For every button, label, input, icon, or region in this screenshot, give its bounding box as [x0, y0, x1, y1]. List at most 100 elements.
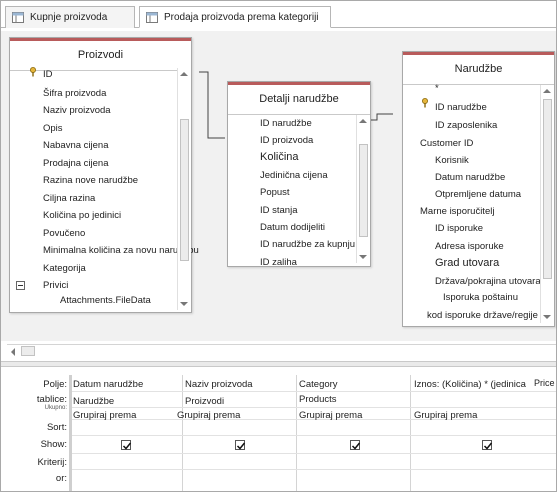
row-label-criteria: Kriterij: [37, 457, 67, 468]
table-title: Narudžbe [403, 52, 554, 84]
grid-field-cell[interactable]: Naziv proizvoda [185, 379, 293, 390]
scroll-thumb[interactable] [21, 346, 35, 356]
grid-field-cell[interactable]: Category [299, 379, 407, 390]
field-item[interactable]: Attachments.FileData [60, 295, 151, 306]
field-item[interactable]: kod isporuke države/regije [427, 310, 538, 321]
scroll-down-icon[interactable] [359, 255, 367, 259]
row-divider [72, 435, 556, 436]
grid-total-cell[interactable]: Grupiraj prema [414, 410, 554, 421]
row-divider [72, 469, 556, 470]
field-item[interactable]: Datum dodijeliti [260, 222, 325, 233]
field-item[interactable]: Popust [260, 187, 290, 198]
field-item[interactable]: ID narudžbe [260, 118, 312, 129]
table-narudzbe[interactable]: Narudžbe * ID narudžbe ID zaposlenika Cu… [402, 51, 555, 327]
field-item[interactable]: Datum narudžbe [435, 172, 505, 183]
tab-label: Kupnje proizvoda [30, 12, 108, 23]
scroll-thumb[interactable] [180, 119, 189, 261]
field-item[interactable]: ID zaliha [260, 257, 297, 268]
field-item[interactable]: ID zaposlenika [435, 120, 497, 131]
field-item[interactable]: Otpremljene datuma [435, 189, 521, 200]
table-scrollbar[interactable] [540, 85, 554, 323]
table-header-divider [228, 114, 370, 115]
table-scrollbar[interactable] [356, 115, 370, 263]
field-item[interactable]: ID [43, 69, 53, 80]
scroll-thumb[interactable] [359, 144, 368, 237]
grid-table-cell[interactable]: Proizvodi [185, 396, 293, 407]
field-item[interactable]: ID stanja [260, 205, 298, 216]
field-item[interactable]: Količina po jedinici [43, 210, 121, 221]
check-icon [122, 442, 132, 450]
grid-table-cell[interactable]: Products [299, 394, 407, 405]
scroll-down-icon[interactable] [543, 315, 551, 319]
key-icon [30, 67, 36, 77]
table-scrollbar[interactable] [177, 68, 191, 310]
check-icon [236, 442, 246, 450]
grid-table-cell[interactable]: Narudžbe [73, 396, 179, 407]
field-item[interactable]: Privici [43, 280, 68, 291]
show-checkbox[interactable] [482, 440, 493, 450]
field-item[interactable]: Razina nove narudžbe [43, 175, 138, 186]
field-item[interactable]: * [435, 83, 439, 94]
field-item[interactable]: Količina [260, 151, 299, 163]
table-header-divider [10, 70, 191, 71]
row-label-field: Polje: [43, 379, 67, 390]
scroll-down-icon[interactable] [180, 302, 188, 306]
key-icon [422, 98, 428, 108]
grid-total-cell[interactable]: Grupiraj prema [73, 410, 179, 421]
tab-prodaja-proizvoda[interactable]: Prodaja proizvoda prema kategoriji [139, 6, 331, 28]
grid-field-cell[interactable]: Datum narudžbe [73, 379, 179, 390]
query-icon [146, 11, 158, 23]
field-item[interactable]: Adresa isporuke [435, 241, 504, 252]
row-label-show: Show: [40, 439, 67, 450]
grid-field-cell-overflow: Price [534, 378, 555, 388]
field-item[interactable]: Šifra proizvoda [43, 88, 106, 99]
field-item[interactable]: Jedinična cijena [260, 170, 328, 181]
scroll-up-icon[interactable] [543, 89, 551, 93]
query-icon [12, 12, 24, 23]
field-item[interactable]: Minimalna količina za novu narudžbu [43, 245, 199, 256]
field-item[interactable]: ID proizvoda [260, 135, 313, 146]
check-icon [351, 442, 361, 450]
field-item[interactable]: ID narudžbe [435, 102, 487, 113]
show-checkbox[interactable] [235, 440, 246, 450]
field-item[interactable]: Grad utovara [435, 257, 499, 269]
field-item[interactable]: Opis [43, 123, 63, 134]
grid-total-cell[interactable]: Grupiraj prema [177, 410, 293, 421]
row-label-sort: Sort: [46, 422, 67, 433]
column-divider [296, 375, 297, 491]
column-divider [182, 375, 183, 491]
grid-total-cell[interactable]: Grupiraj prema [299, 410, 407, 421]
field-item[interactable]: Korisnik [435, 155, 469, 166]
column-divider [410, 375, 411, 491]
row-divider [72, 391, 556, 392]
query-designer-window: Kupnje proizvoda Prodaja proizvoda prema… [0, 0, 557, 492]
scroll-thumb[interactable] [543, 99, 552, 279]
field-item[interactable]: ID narudžbe za kupnju [260, 239, 355, 250]
field-item[interactable]: Povučeno [43, 228, 85, 239]
scroll-up-icon[interactable] [180, 72, 188, 76]
table-title: Proizvodi [10, 38, 191, 70]
show-checkbox[interactable] [350, 440, 361, 450]
scroll-left-icon[interactable] [11, 348, 15, 356]
table-detalji-narudzbe[interactable]: Detalji narudžbe ID narudžbe ID proizvod… [227, 81, 371, 268]
field-item[interactable]: Isporuka poštainu [443, 292, 518, 303]
field-item[interactable]: Nabavna cijena [43, 140, 109, 151]
canvas-horizontal-scrollbar[interactable] [7, 344, 556, 358]
field-item[interactable]: Marne isporučitelj [420, 206, 494, 217]
field-item[interactable]: Prodajna cijena [43, 158, 109, 169]
field-item[interactable]: Customer ID [420, 138, 473, 149]
table-header-divider [403, 84, 554, 85]
field-item[interactable]: ID isporuke [435, 223, 483, 234]
field-item[interactable]: Kategorija [43, 263, 86, 274]
field-item[interactable]: Naziv proizvoda [43, 105, 111, 116]
show-checkbox[interactable] [121, 440, 132, 450]
grid-field-cell[interactable]: Iznos: (Količina) * (jedinica [414, 379, 534, 390]
table-proizvodi[interactable]: Proizvodi ID Šifra proizvoda Naziv proiz… [9, 37, 199, 313]
tab-kupnje-proizvoda[interactable]: Kupnje proizvoda [5, 6, 135, 28]
table-design-canvas[interactable]: Proizvodi ID Šifra proizvoda Naziv proiz… [1, 31, 556, 341]
field-item[interactable]: Ciljna razina [43, 193, 95, 204]
expand-icon[interactable] [16, 281, 25, 290]
row-label-total: Ukupno: [44, 405, 67, 411]
scroll-up-icon[interactable] [359, 119, 367, 123]
field-item[interactable]: Država/pokrajina utovara [435, 276, 541, 287]
